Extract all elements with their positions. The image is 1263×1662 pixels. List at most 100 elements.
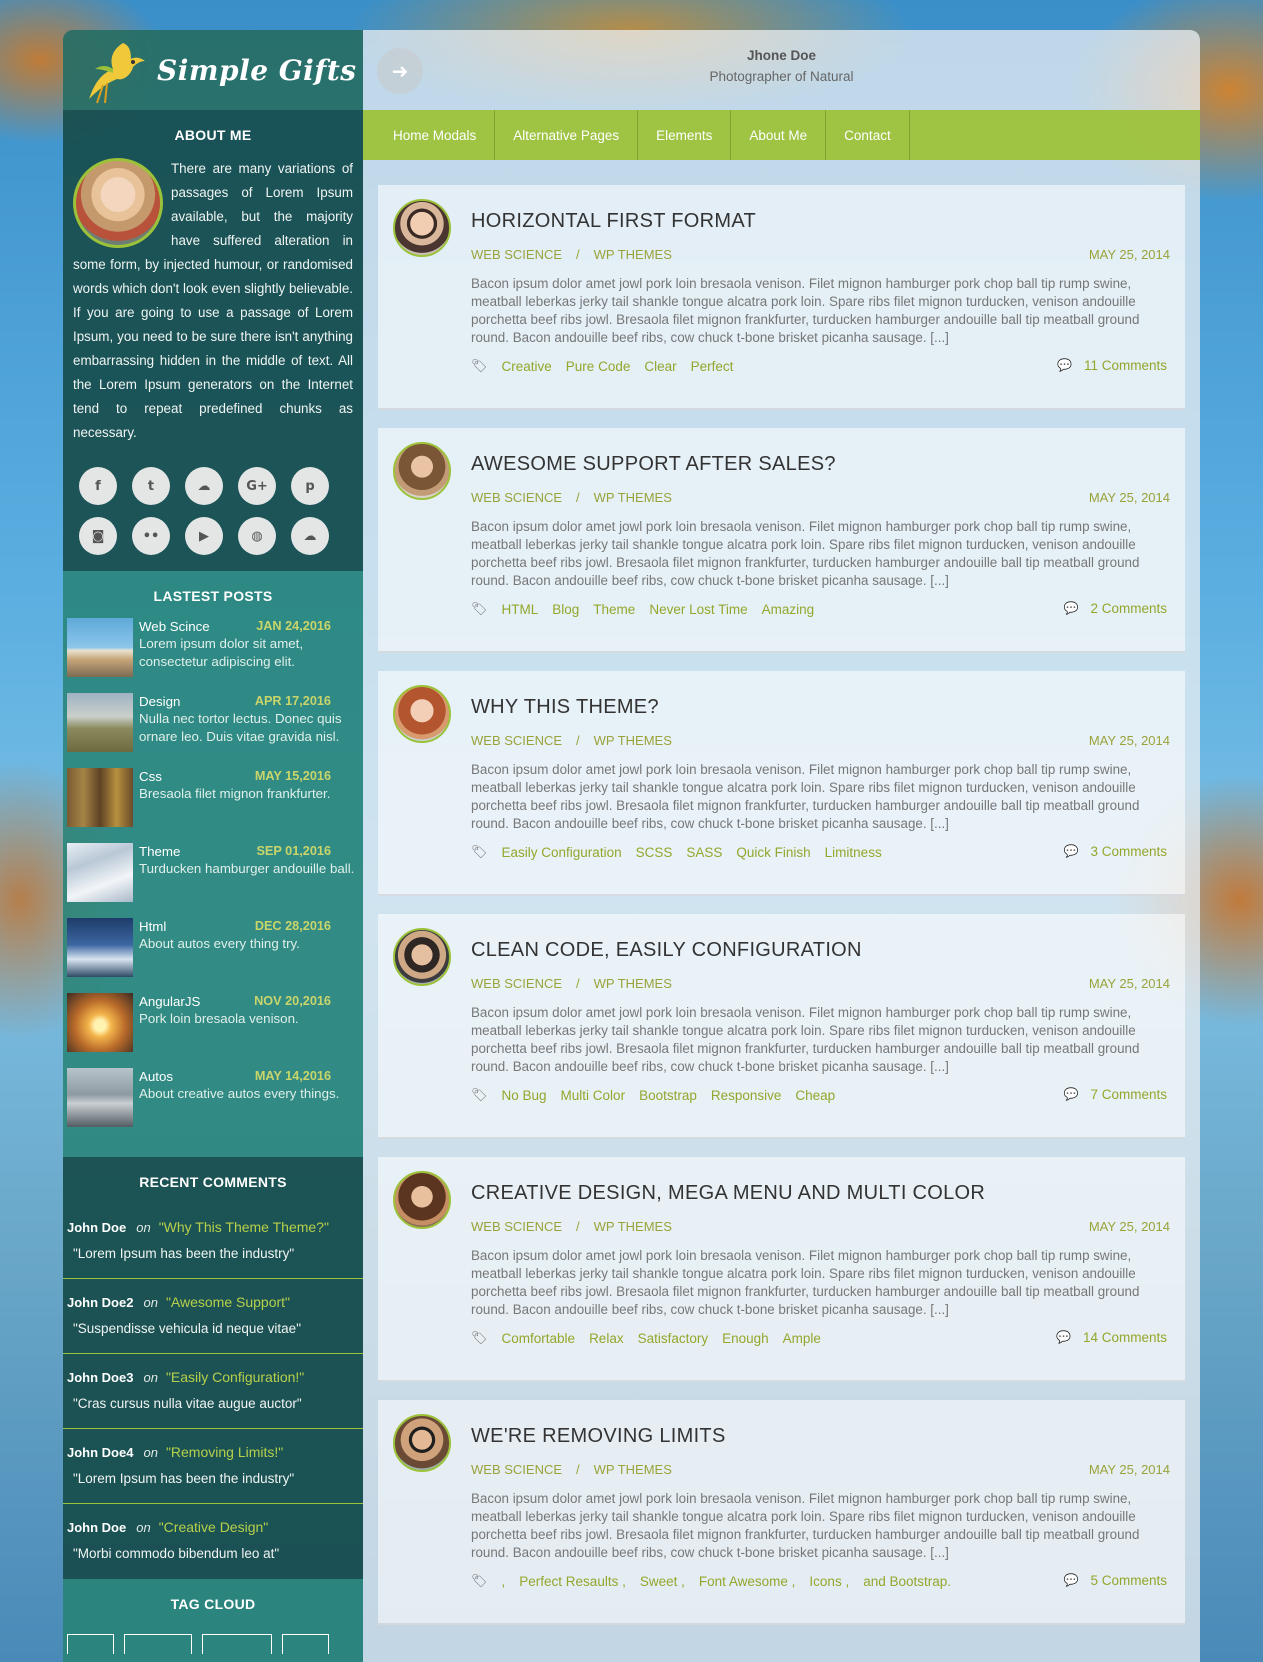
post-comments-link[interactable]: 💬 5 Comments bbox=[1064, 1573, 1170, 1589]
post-tag-link[interactable]: Bootstrap bbox=[639, 1088, 697, 1103]
tag-cloud-item[interactable] bbox=[67, 1634, 114, 1654]
latest-post-category[interactable]: Web Scince bbox=[139, 618, 210, 635]
post-comments-link[interactable]: 💬 11 Comments bbox=[1057, 358, 1170, 374]
comment-author[interactable]: John Doe2 bbox=[67, 1295, 133, 1310]
comment-post-link[interactable]: "Creative Design" bbox=[159, 1519, 269, 1535]
post-title[interactable]: HORIZONTAL FIRST FORMAT bbox=[471, 210, 1170, 233]
post-category-link[interactable]: WEB SCIENCE bbox=[471, 1219, 562, 1234]
post-tag-link[interactable]: Icons , bbox=[809, 1574, 849, 1589]
post-tag-link[interactable]: Clear bbox=[644, 359, 676, 374]
soundcloud-button[interactable]: ☁ bbox=[185, 467, 223, 505]
back-button[interactable]: ➜ bbox=[377, 48, 423, 94]
post-tag-link[interactable]: HTML bbox=[502, 602, 539, 617]
latest-post-item[interactable]: Theme SEP 01,2016 Turducken hamburger ando… bbox=[63, 843, 363, 918]
latest-post-item[interactable]: Web Scince JAN 24,2016 Lorem ipsum dolor s… bbox=[63, 618, 363, 693]
post-thumbnail[interactable] bbox=[67, 768, 133, 827]
post-title[interactable]: CREATIVE DESIGN, MEGA MENU AND MULTI COL… bbox=[471, 1182, 1170, 1205]
instagram-button[interactable]: ◙ bbox=[79, 517, 117, 555]
tag-cloud-item[interactable] bbox=[202, 1634, 272, 1654]
post-tag-link[interactable]: Ample bbox=[783, 1331, 821, 1346]
post-thumbnail[interactable] bbox=[67, 693, 133, 752]
post-category-link[interactable]: WP THEMES bbox=[594, 247, 672, 262]
post-tag-link[interactable]: Relax bbox=[589, 1331, 624, 1346]
nav-item-home-modals[interactable]: Home Modals bbox=[363, 110, 496, 160]
post-category-link[interactable]: WEB SCIENCE bbox=[471, 247, 562, 262]
comment-post-link[interactable]: "Easily Configuration!" bbox=[166, 1369, 304, 1385]
post-comments-link[interactable]: 💬 7 Comments bbox=[1064, 1087, 1170, 1103]
post-comments-link[interactable]: 💬 3 Comments bbox=[1064, 844, 1170, 860]
post-comments-link[interactable]: 💬 14 Comments bbox=[1056, 1330, 1170, 1346]
post-title[interactable]: WE'RE REMOVING LIMITS bbox=[471, 1425, 1170, 1448]
nav-item-elements[interactable]: Elements bbox=[638, 110, 732, 160]
post-author-avatar[interactable] bbox=[393, 1171, 451, 1229]
flickr-button[interactable]: •• bbox=[132, 517, 170, 555]
google-plus-button[interactable]: G+ bbox=[238, 467, 276, 505]
post-thumbnail[interactable] bbox=[67, 843, 133, 902]
latest-post-category[interactable]: Theme bbox=[139, 843, 180, 860]
post-category-link[interactable]: WP THEMES bbox=[594, 1219, 672, 1234]
latest-post-item[interactable]: AngularJS NOV 20,2016 Pork loin bresaola v… bbox=[63, 993, 363, 1068]
post-tag-link[interactable]: Enough bbox=[722, 1331, 769, 1346]
post-category-link[interactable]: WEB SCIENCE bbox=[471, 733, 562, 748]
latest-post-category[interactable]: Autos bbox=[139, 1068, 173, 1085]
tag-cloud-item[interactable] bbox=[282, 1634, 329, 1654]
post-title[interactable]: AWESOME SUPPORT AFTER SALES? bbox=[471, 453, 1170, 476]
latest-post-category[interactable]: AngularJS bbox=[139, 993, 200, 1010]
post-tag-link[interactable]: SASS bbox=[686, 845, 722, 860]
post-tag-link[interactable]: Pure Code bbox=[566, 359, 631, 374]
post-author-avatar[interactable] bbox=[393, 928, 451, 986]
post-thumbnail[interactable] bbox=[67, 993, 133, 1052]
post-tag-link[interactable]: Perfect bbox=[691, 359, 734, 374]
comment-author[interactable]: John Doe bbox=[67, 1520, 126, 1535]
post-category-link[interactable]: WP THEMES bbox=[594, 1462, 672, 1477]
post-tag-link[interactable]: Multi Color bbox=[561, 1088, 626, 1103]
comment-post-link[interactable]: "Removing Limits!" bbox=[166, 1444, 283, 1460]
post-category-link[interactable]: WP THEMES bbox=[594, 733, 672, 748]
post-tag-link[interactable]: Never Lost Time bbox=[649, 602, 747, 617]
twitter-button[interactable]: t bbox=[132, 467, 170, 505]
post-thumbnail[interactable] bbox=[67, 918, 133, 977]
post-tag-link[interactable]: Comfortable bbox=[502, 1331, 576, 1346]
post-tag-link[interactable]: SCSS bbox=[636, 845, 673, 860]
logo[interactable]: Simple Gifts bbox=[63, 30, 363, 110]
post-tag-link[interactable]: Quick Finish bbox=[736, 845, 810, 860]
post-category-link[interactable]: WP THEMES bbox=[594, 490, 672, 505]
latest-post-item[interactable]: Autos MAY 14,2016 About creative autos eve… bbox=[63, 1068, 363, 1143]
post-tag-link[interactable]: Cheap bbox=[795, 1088, 835, 1103]
latest-post-category[interactable]: Html bbox=[139, 918, 166, 935]
post-author-avatar[interactable] bbox=[393, 199, 451, 257]
post-tag-link[interactable]: Limitness bbox=[825, 845, 882, 860]
post-tag-link[interactable]: No Bug bbox=[502, 1088, 547, 1103]
post-category-link[interactable]: WEB SCIENCE bbox=[471, 976, 562, 991]
post-tag-link[interactable]: , bbox=[502, 1574, 506, 1589]
nav-item-contact[interactable]: Contact bbox=[826, 110, 910, 160]
post-author-avatar[interactable] bbox=[393, 1414, 451, 1472]
post-tag-link[interactable]: Font Awesome , bbox=[699, 1574, 796, 1589]
comment-author[interactable]: John Doe3 bbox=[67, 1370, 133, 1385]
post-thumbnail[interactable] bbox=[67, 1068, 133, 1127]
post-tag-link[interactable]: Creative bbox=[502, 359, 552, 374]
latest-post-item[interactable]: Design APR 17,2016 Nulla nec tortor lectus… bbox=[63, 693, 363, 768]
post-author-avatar[interactable] bbox=[393, 442, 451, 500]
pinterest-button[interactable]: p bbox=[291, 467, 329, 505]
latest-post-category[interactable]: Css bbox=[139, 768, 162, 785]
facebook-button[interactable]: f bbox=[79, 467, 117, 505]
post-tag-link[interactable]: Satisfactory bbox=[638, 1331, 709, 1346]
latest-post-category[interactable]: Design bbox=[139, 693, 180, 710]
comment-author[interactable]: John Doe4 bbox=[67, 1445, 133, 1460]
youtube-button[interactable]: ▶ bbox=[185, 517, 223, 555]
post-tag-link[interactable]: and Bootstrap. bbox=[863, 1574, 951, 1589]
latest-post-item[interactable]: Css MAY 15,2016 Bresaola filet mignon fran… bbox=[63, 768, 363, 843]
post-tag-link[interactable]: Amazing bbox=[762, 602, 815, 617]
post-category-link[interactable]: WEB SCIENCE bbox=[471, 1462, 562, 1477]
post-category-link[interactable]: WP THEMES bbox=[594, 976, 672, 991]
post-category-link[interactable]: WEB SCIENCE bbox=[471, 490, 562, 505]
dribbble-button[interactable]: ◍ bbox=[238, 517, 276, 555]
post-tag-link[interactable]: Easily Configuration bbox=[502, 845, 622, 860]
comment-post-link[interactable]: "Why This Theme Theme?" bbox=[159, 1219, 329, 1235]
post-tag-link[interactable]: Theme bbox=[593, 602, 635, 617]
comment-author[interactable]: John Doe bbox=[67, 1220, 126, 1235]
post-title[interactable]: WHY THIS THEME? bbox=[471, 696, 1170, 719]
post-title[interactable]: CLEAN CODE, EASILY CONFIGURATION bbox=[471, 939, 1170, 962]
post-tag-link[interactable]: Perfect Resaults , bbox=[519, 1574, 626, 1589]
